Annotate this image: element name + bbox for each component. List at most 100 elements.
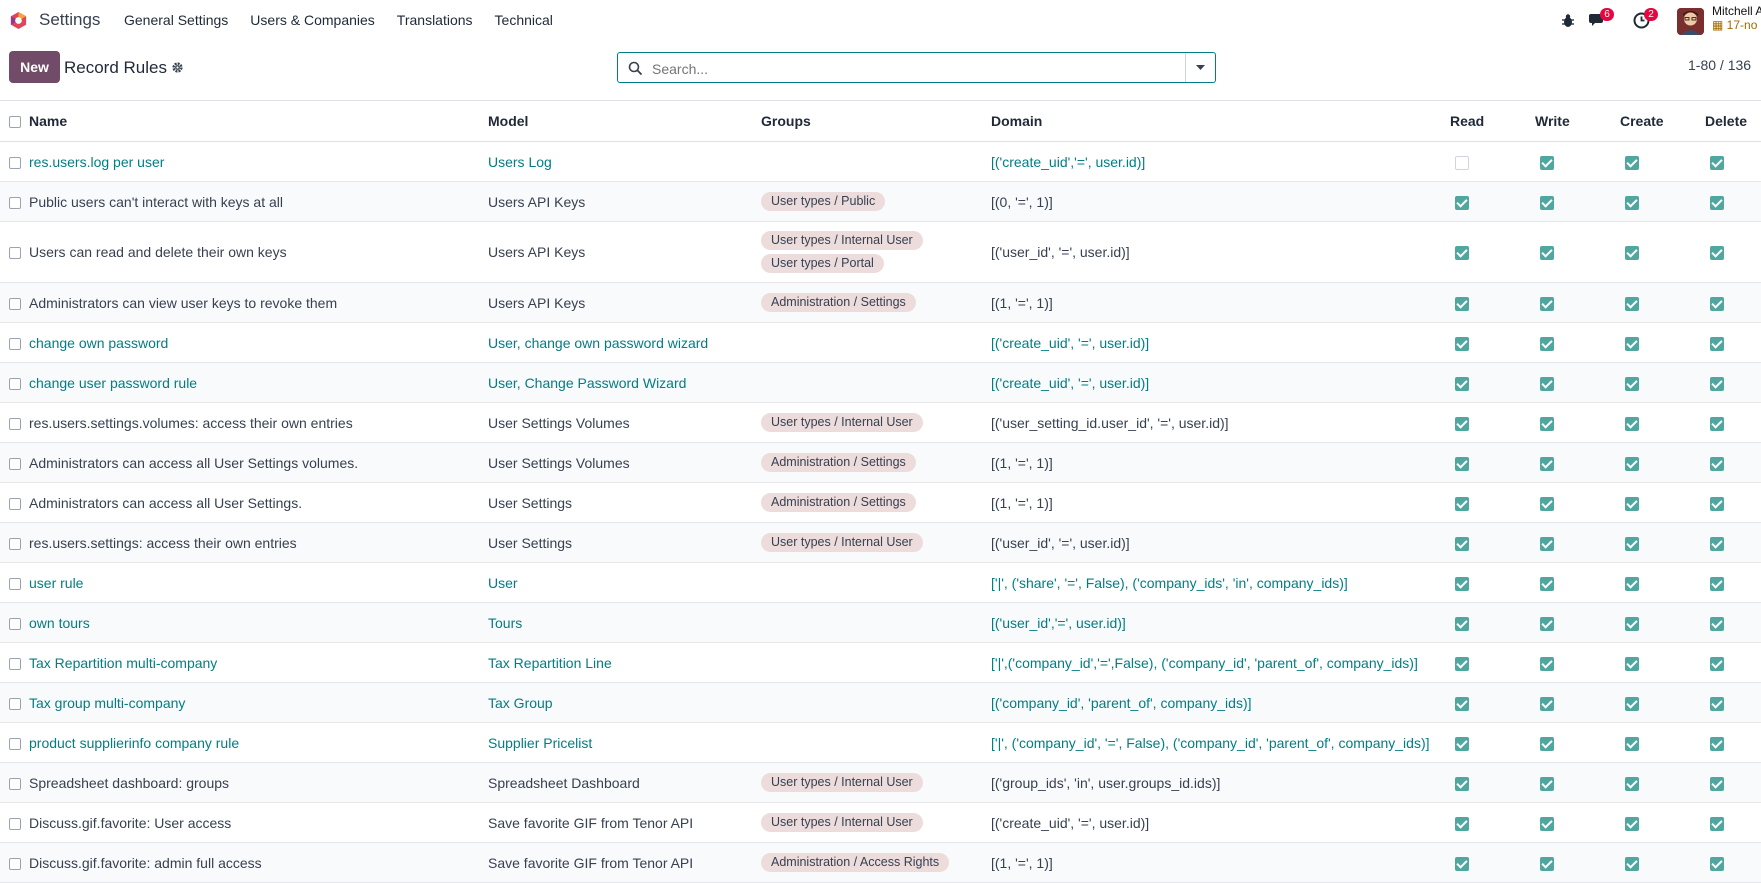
rule-model[interactable]: Users API Keys	[488, 181, 761, 222]
table-row[interactable]: Users can read and delete their own keys…	[0, 221, 1761, 283]
perm-create-checkbox[interactable]	[1625, 246, 1639, 261]
perm-create-checkbox[interactable]	[1625, 496, 1639, 511]
column-name[interactable]: Name	[29, 100, 488, 142]
row-checkbox[interactable]	[9, 617, 21, 630]
rule-model[interactable]: User, change own password wizard	[488, 322, 761, 363]
perm-delete-checkbox[interactable]	[1710, 195, 1724, 210]
perm-read-checkbox[interactable]	[1455, 246, 1469, 261]
row-select-cell[interactable]	[0, 842, 29, 883]
row-select-cell[interactable]	[0, 482, 29, 523]
rule-model[interactable]: User Settings	[488, 522, 761, 563]
perm-write-checkbox[interactable]	[1540, 195, 1554, 210]
perm-create-checkbox[interactable]	[1625, 696, 1639, 711]
row-select-cell[interactable]	[0, 322, 29, 363]
perm-delete-checkbox[interactable]	[1710, 776, 1724, 791]
rule-name[interactable]: user rule	[29, 562, 488, 603]
perm-write-checkbox[interactable]	[1540, 856, 1554, 871]
rule-name[interactable]: own tours	[29, 602, 488, 643]
perm-delete-checkbox[interactable]	[1710, 736, 1724, 751]
perm-write-checkbox[interactable]	[1540, 696, 1554, 711]
perm-delete-checkbox[interactable]	[1710, 456, 1724, 471]
perm-read-checkbox[interactable]	[1455, 816, 1469, 831]
search-options-toggle[interactable]	[1185, 53, 1215, 82]
row-select-cell[interactable]	[0, 602, 29, 643]
row-select-cell[interactable]	[0, 682, 29, 723]
user-avatar[interactable]	[1677, 8, 1704, 35]
row-checkbox[interactable]	[9, 657, 21, 670]
row-checkbox[interactable]	[9, 417, 21, 430]
row-select-cell[interactable]	[0, 181, 29, 222]
perm-read-checkbox[interactable]	[1455, 496, 1469, 511]
menu-general-settings[interactable]: General Settings	[124, 12, 228, 28]
column-model[interactable]: Model	[488, 100, 761, 142]
perm-create-checkbox[interactable]	[1625, 195, 1639, 210]
perm-delete-checkbox[interactable]	[1710, 576, 1724, 591]
perm-delete-checkbox[interactable]	[1710, 656, 1724, 671]
table-row[interactable]: Tax group multi-company Tax Group [('compa…	[0, 682, 1761, 723]
row-select-cell[interactable]	[0, 362, 29, 403]
row-checkbox[interactable]	[9, 497, 21, 510]
row-select-cell[interactable]	[0, 282, 29, 323]
rule-model[interactable]: User Settings	[488, 482, 761, 523]
column-delete[interactable]: Delete	[1705, 100, 1761, 142]
perm-create-checkbox[interactable]	[1625, 616, 1639, 631]
perm-delete-checkbox[interactable]	[1710, 696, 1724, 711]
perm-write-checkbox[interactable]	[1540, 536, 1554, 551]
row-checkbox[interactable]	[9, 297, 21, 310]
perm-create-checkbox[interactable]	[1625, 456, 1639, 471]
rule-name[interactable]: Administrators can access all User Setti…	[29, 482, 488, 523]
perm-delete-checkbox[interactable]	[1710, 155, 1724, 170]
perm-write-checkbox[interactable]	[1540, 416, 1554, 431]
perm-delete-checkbox[interactable]	[1710, 336, 1724, 351]
activity-button[interactable]: 2	[1633, 8, 1658, 30]
rule-model[interactable]: User, Change Password Wizard	[488, 362, 761, 403]
row-checkbox[interactable]	[9, 457, 21, 470]
column-groups[interactable]: Groups	[761, 100, 991, 142]
row-checkbox[interactable]	[9, 196, 21, 209]
perm-create-checkbox[interactable]	[1625, 296, 1639, 311]
rule-name[interactable]: Users can read and delete their own keys	[29, 221, 488, 283]
perm-read-checkbox[interactable]	[1455, 576, 1469, 591]
rule-name[interactable]: change own password	[29, 322, 488, 363]
table-row[interactable]: Tax Repartition multi-company Tax Reparti…	[0, 642, 1761, 683]
table-row[interactable]: Administrators can access all User Setti…	[0, 482, 1761, 523]
perm-read-checkbox[interactable]	[1455, 856, 1469, 871]
debug-bug-icon[interactable]	[1559, 12, 1577, 30]
messages-button[interactable]: 6	[1589, 8, 1614, 30]
user-name[interactable]: Mitchell A	[1712, 4, 1761, 18]
perm-create-checkbox[interactable]	[1625, 736, 1639, 751]
table-row[interactable]: res.users.settings: access their own ent…	[0, 522, 1761, 563]
gear-icon[interactable]	[171, 61, 184, 74]
table-row[interactable]: Discuss.gif.favorite: User access Save fa…	[0, 802, 1761, 843]
perm-read-checkbox[interactable]	[1455, 536, 1469, 551]
row-checkbox[interactable]	[9, 537, 21, 550]
new-button[interactable]: New	[9, 51, 60, 83]
row-select-cell[interactable]	[0, 522, 29, 563]
row-select-cell[interactable]	[0, 141, 29, 182]
row-checkbox[interactable]	[9, 577, 21, 590]
select-all-cell[interactable]	[0, 100, 29, 142]
perm-delete-checkbox[interactable]	[1710, 416, 1724, 431]
rule-name[interactable]: res.users.settings: access their own ent…	[29, 522, 488, 563]
rule-name[interactable]: res.users.settings.volumes: access their…	[29, 402, 488, 443]
perm-create-checkbox[interactable]	[1625, 576, 1639, 591]
perm-write-checkbox[interactable]	[1540, 296, 1554, 311]
perm-create-checkbox[interactable]	[1625, 776, 1639, 791]
row-checkbox[interactable]	[9, 337, 21, 350]
perm-delete-checkbox[interactable]	[1710, 856, 1724, 871]
search-input[interactable]	[650, 56, 1184, 81]
perm-read-checkbox[interactable]	[1455, 336, 1469, 351]
rule-model[interactable]: Save favorite GIF from Tenor API	[488, 842, 761, 883]
perm-write-checkbox[interactable]	[1540, 776, 1554, 791]
rule-name[interactable]: res.users.log per user	[29, 141, 488, 182]
perm-write-checkbox[interactable]	[1540, 246, 1554, 261]
table-row[interactable]: res.users.settings.volumes: access their…	[0, 402, 1761, 443]
rule-model[interactable]: User	[488, 562, 761, 603]
rule-name[interactable]: change user password rule	[29, 362, 488, 403]
perm-delete-checkbox[interactable]	[1710, 816, 1724, 831]
row-checkbox[interactable]	[9, 817, 21, 830]
row-select-cell[interactable]	[0, 722, 29, 763]
row-select-cell[interactable]	[0, 221, 29, 283]
rule-model[interactable]: User Settings Volumes	[488, 402, 761, 443]
row-select-cell[interactable]	[0, 642, 29, 683]
